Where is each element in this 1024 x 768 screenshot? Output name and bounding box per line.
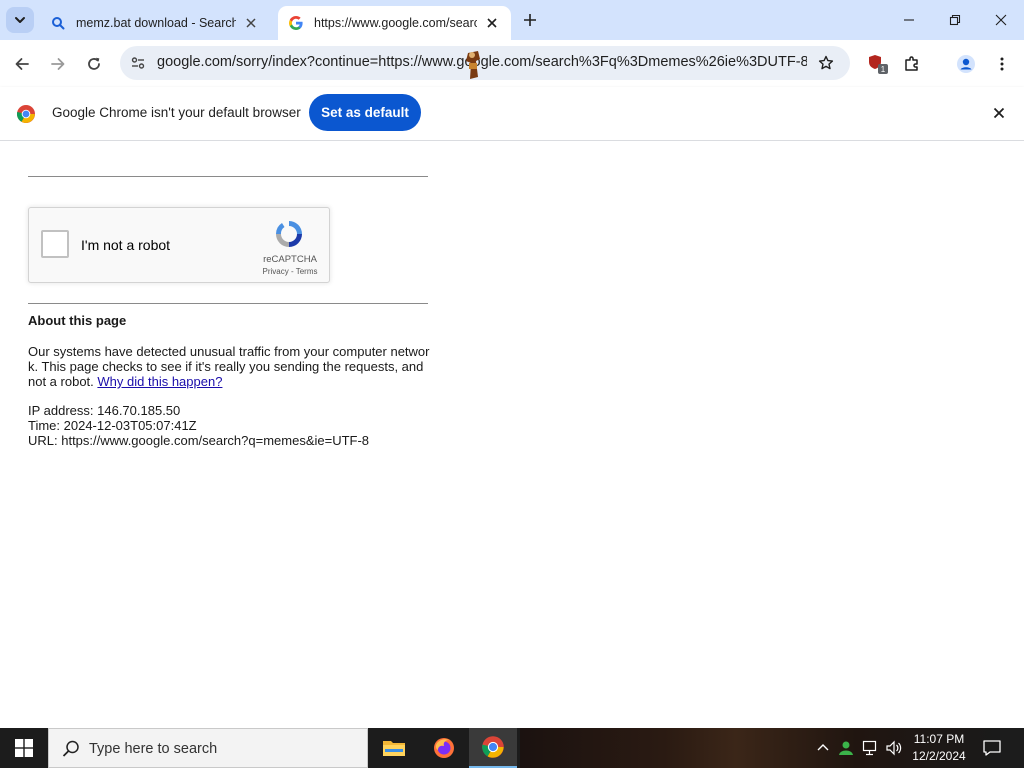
windows-logo-icon bbox=[15, 739, 33, 757]
new-tab-button[interactable] bbox=[520, 10, 540, 30]
recaptcha-logo-icon bbox=[275, 221, 302, 247]
site-info-icon[interactable] bbox=[128, 53, 148, 73]
folder-icon bbox=[383, 741, 405, 756]
tray-people-icon[interactable] bbox=[836, 738, 856, 758]
notification-center-icon[interactable] bbox=[982, 738, 1002, 758]
speaker-icon bbox=[886, 740, 902, 756]
search-icon bbox=[50, 15, 66, 31]
extension-shield-button[interactable]: 1 bbox=[864, 50, 892, 78]
infobar-message: Google Chrome isn't your default browser bbox=[52, 105, 301, 120]
recaptcha-privacy-terms-links[interactable]: Privacy - Terms bbox=[257, 267, 323, 276]
people-icon bbox=[839, 741, 853, 755]
forward-button[interactable] bbox=[44, 50, 72, 78]
time-line: Time: 2024-12-03T05:07:41Z bbox=[28, 418, 197, 433]
plus-icon bbox=[524, 14, 536, 26]
puzzle-icon bbox=[905, 56, 918, 71]
tray-show-hidden-icons[interactable] bbox=[813, 738, 833, 758]
reload-button[interactable] bbox=[80, 50, 108, 78]
start-button[interactable] bbox=[0, 728, 48, 768]
minimize-icon bbox=[904, 19, 914, 21]
tab-strip: memz.bat download - Search https://www.g… bbox=[0, 0, 1024, 40]
divider bbox=[28, 176, 428, 177]
shield-icon: 1 bbox=[869, 55, 888, 74]
tray-volume-icon[interactable] bbox=[884, 738, 904, 758]
menu-button[interactable] bbox=[988, 50, 1016, 78]
chevron-up-icon bbox=[817, 744, 829, 751]
recaptcha-brand: reCAPTCHA bbox=[263, 254, 317, 265]
avatar-icon bbox=[957, 55, 975, 73]
divider bbox=[28, 303, 428, 304]
close-window-button[interactable] bbox=[978, 0, 1024, 40]
why-did-this-happen-link[interactable]: Why did this happen? bbox=[97, 374, 222, 389]
ip-address-line: IP address: 146.70.185.50 bbox=[28, 403, 181, 418]
page-content: I'm not a robot reCAPTCHA Privacy - Term… bbox=[0, 141, 1024, 728]
set-as-default-button[interactable]: Set as default bbox=[309, 94, 421, 131]
unusual-traffic-text: Our systems have detected unusual traffi… bbox=[28, 344, 430, 389]
recaptcha-checkbox[interactable] bbox=[41, 230, 69, 258]
extensions-button[interactable] bbox=[898, 50, 926, 78]
extension-badge-count: 1 bbox=[881, 65, 886, 74]
google-icon bbox=[288, 15, 304, 31]
tab-search-button[interactable] bbox=[6, 7, 34, 33]
url-line: URL: https://www.google.com/search?q=mem… bbox=[28, 433, 370, 448]
minimize-button[interactable] bbox=[886, 0, 932, 40]
clock-date: 12/2/2024 bbox=[912, 749, 966, 763]
network-icon bbox=[862, 740, 877, 756]
tab-bing-search[interactable]: memz.bat download - Search bbox=[40, 6, 270, 40]
search-icon bbox=[62, 740, 79, 757]
reload-icon bbox=[88, 57, 100, 70]
tray-network-icon[interactable] bbox=[861, 738, 881, 758]
restore-icon bbox=[949, 14, 961, 26]
taskbar-firefox[interactable] bbox=[420, 728, 468, 768]
back-button[interactable] bbox=[8, 50, 36, 78]
taskbar-chrome[interactable] bbox=[469, 728, 517, 768]
more-vertical-icon bbox=[1000, 57, 1004, 71]
firefox-icon bbox=[434, 738, 454, 758]
arrow-right-icon bbox=[51, 58, 65, 70]
restore-button[interactable] bbox=[932, 0, 978, 40]
unusual-traffic-paragraph: Our systems have detected unusual traffi… bbox=[28, 344, 430, 389]
close-icon bbox=[995, 14, 1007, 26]
taskbar-search-box[interactable]: Type here to search bbox=[48, 728, 368, 768]
close-tab-icon[interactable] bbox=[242, 14, 260, 32]
cursor-sprite-icon bbox=[466, 51, 480, 79]
close-tab-icon[interactable] bbox=[483, 14, 501, 32]
chrome-logo-icon bbox=[16, 105, 35, 123]
chevron-down-icon bbox=[15, 17, 25, 23]
default-browser-infobar: Google Chrome isn't your default browser… bbox=[0, 87, 1024, 141]
recaptcha-widget: I'm not a robot reCAPTCHA Privacy - Term… bbox=[28, 207, 330, 283]
profile-button[interactable] bbox=[952, 50, 980, 78]
taskbar-clock[interactable]: 11:07 PM 12/2/2024 bbox=[905, 731, 973, 765]
arrow-left-icon bbox=[15, 58, 29, 70]
recaptcha-label: I'm not a robot bbox=[81, 237, 171, 253]
tab-title: https://www.google.com/search bbox=[314, 16, 477, 30]
about-page-heading: About this page bbox=[28, 313, 127, 328]
chrome-icon bbox=[482, 736, 504, 758]
browser-toolbar: google.com/sorry/index?continue=https://… bbox=[0, 40, 1024, 87]
tab-google-search[interactable]: https://www.google.com/search bbox=[278, 6, 511, 40]
bookmark-star-icon[interactable] bbox=[816, 53, 836, 73]
tab-title: memz.bat download - Search bbox=[76, 16, 236, 30]
windows-taskbar: Type here to search 11:07 PM 12/2/2024 bbox=[0, 728, 1024, 768]
taskbar-search-placeholder: Type here to search bbox=[89, 741, 218, 757]
infobar-close-icon[interactable] bbox=[990, 104, 1008, 122]
taskbar-file-explorer[interactable] bbox=[370, 728, 418, 768]
request-info: IP address: 146.70.185.50 Time: 2024-12-… bbox=[28, 403, 369, 448]
clock-time: 11:07 PM bbox=[913, 732, 965, 746]
